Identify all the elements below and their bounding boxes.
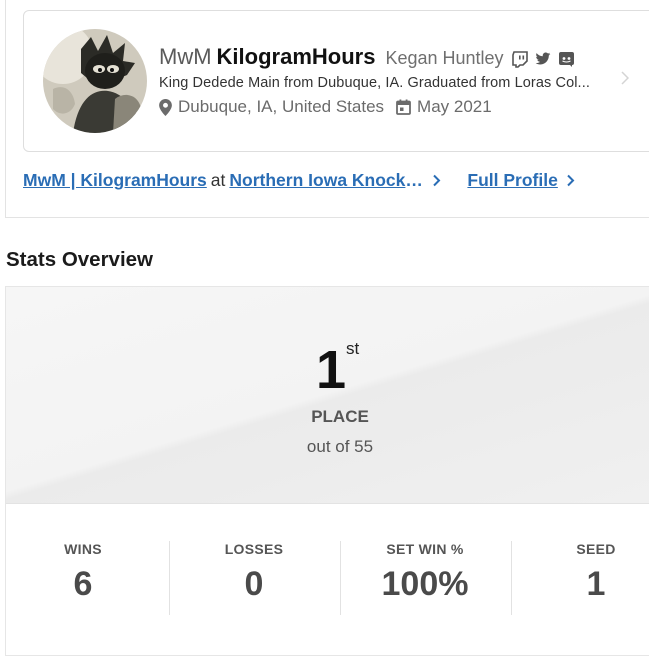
stats-row: WINS 6 LOSSES 0 SET WIN % 100% SEED 1 <box>6 541 649 621</box>
twitch-icon[interactable] <box>511 50 528 68</box>
section-title: Stats Overview <box>6 248 153 271</box>
stats-card: 1 st PLACE out of 55 WINS 6 LOSSES 0 SET… <box>5 286 649 656</box>
stat-seed: SEED 1 <box>546 541 646 604</box>
chevron-right-icon[interactable] <box>432 174 441 187</box>
real-name: Kegan Huntley <box>385 48 504 68</box>
placement-panel: 1 st PLACE out of 55 <box>6 287 649 504</box>
location-text: Dubuque, IA, United States <box>178 97 385 116</box>
profile-card[interactable]: MwM KilogramHours Kegan Huntley King Ded… <box>23 10 649 152</box>
avatar <box>43 29 147 133</box>
stat-losses: LOSSES 0 <box>204 541 304 604</box>
stat-label: LOSSES <box>224 541 284 557</box>
place-number: 1 <box>316 340 347 400</box>
divider <box>511 541 512 615</box>
stat-label: SEED <box>576 541 616 557</box>
bio-text: King Dedede Main from Dubuque, IA. Gradu… <box>159 75 590 91</box>
entrant-link[interactable]: MwM | KilogramHours <box>23 170 207 191</box>
divider <box>169 541 170 615</box>
meta-row: Dubuque, IA, United States May 2021 <box>159 97 492 117</box>
stat-value: 0 <box>244 565 264 603</box>
twitter-icon[interactable] <box>535 52 551 66</box>
name-row: MwM KilogramHours Kegan Huntley <box>159 44 575 70</box>
chevron-right-icon <box>621 71 630 90</box>
sponsor-prefix: MwM <box>159 44 212 69</box>
stat-label: SET WIN % <box>386 541 464 557</box>
stat-value: 100% <box>381 565 469 603</box>
place-suffix: st <box>346 339 360 358</box>
chevron-right-icon[interactable] <box>566 174 575 187</box>
stat-set-win-percent: SET WIN % 100% <box>365 541 485 604</box>
stat-value: 1 <box>586 565 606 603</box>
gamertag: KilogramHours <box>216 44 376 69</box>
divider <box>340 541 341 615</box>
discord-icon[interactable] <box>558 51 575 68</box>
location-pin-icon <box>159 98 172 116</box>
at-text: at <box>210 170 226 190</box>
social-links <box>511 50 575 68</box>
place-label: PLACE <box>311 407 369 426</box>
stat-label: WINS <box>64 541 102 557</box>
joined-date: May 2021 <box>417 97 492 116</box>
links-row: MwM | KilogramHours at Northern Iowa Kno… <box>23 170 575 191</box>
calendar-icon <box>396 99 411 115</box>
full-profile-link[interactable]: Full Profile <box>467 170 557 191</box>
stat-wins: WINS 6 <box>33 541 133 604</box>
place-out-of: out of 55 <box>306 437 374 456</box>
stat-value: 6 <box>73 565 93 603</box>
event-link[interactable]: Northern Iowa Knockout... <box>229 170 424 191</box>
